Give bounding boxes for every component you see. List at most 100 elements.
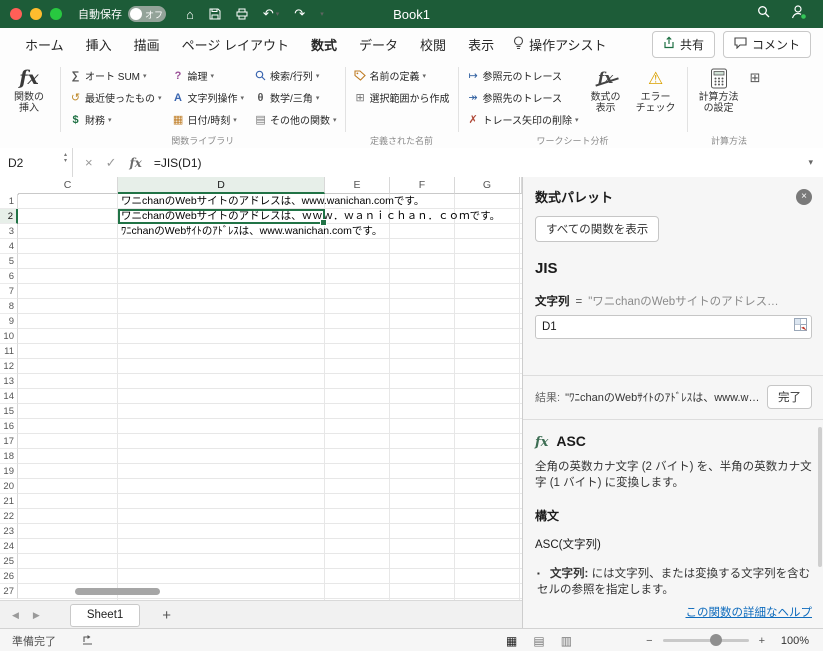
calculate-sheet-button[interactable]: ⊞ bbox=[744, 62, 765, 86]
row-header-25[interactable]: 25 bbox=[0, 554, 18, 569]
zoom-slider-knob[interactable] bbox=[709, 634, 722, 646]
formula-bar-expand-icon[interactable]: ▾ bbox=[808, 157, 823, 168]
tab-view[interactable]: 表示 bbox=[457, 30, 505, 59]
row-header-5[interactable]: 5 bbox=[0, 254, 18, 269]
row-header-3[interactable]: 3 bbox=[0, 224, 18, 239]
row-header-7[interactable]: 7 bbox=[0, 284, 18, 299]
customize-toolbar-chevron-icon[interactable]: ▾ bbox=[320, 10, 324, 18]
row-header-14[interactable]: 14 bbox=[0, 389, 18, 404]
row-header-22[interactable]: 22 bbox=[0, 509, 18, 524]
row-header-20[interactable]: 20 bbox=[0, 479, 18, 494]
row-header-11[interactable]: 11 bbox=[0, 344, 18, 359]
row-header-17[interactable]: 17 bbox=[0, 434, 18, 449]
done-button[interactable]: 完了 bbox=[767, 385, 812, 409]
formula-input[interactable]: =JIS(D1) bbox=[154, 156, 202, 170]
financial-button[interactable]: $ 財務 ▾ bbox=[67, 110, 164, 129]
range-picker-icon[interactable] bbox=[794, 318, 807, 336]
autosum-button[interactable]: ∑ オート SUM ▾ bbox=[67, 66, 164, 85]
date-time-button[interactable]: ▦ 日付/時刻 ▾ bbox=[170, 110, 247, 129]
page-break-view-icon[interactable]: ▥ bbox=[561, 634, 572, 648]
tab-data[interactable]: データ bbox=[348, 30, 409, 59]
zoom-in-icon[interactable]: + bbox=[759, 635, 765, 647]
calculation-options-button[interactable]: 計算方法 の設定 bbox=[694, 62, 744, 114]
row-header-18[interactable]: 18 bbox=[0, 449, 18, 464]
print-icon[interactable] bbox=[236, 8, 248, 20]
minimize-window-button[interactable] bbox=[30, 8, 42, 20]
cells-area[interactable]: ワニchanのWebサイトのアドレスは、www.wanichan.comです。ワ… bbox=[18, 194, 522, 600]
row-header-26[interactable]: 26 bbox=[0, 569, 18, 584]
remove-arrows-button[interactable]: ✗ トレース矢印の削除 ▾ bbox=[465, 110, 581, 129]
undo-button[interactable]: ↶ ▾ bbox=[263, 6, 279, 22]
row-header-19[interactable]: 19 bbox=[0, 464, 18, 479]
search-icon[interactable] bbox=[757, 5, 770, 23]
close-panel-icon[interactable]: × bbox=[796, 188, 812, 205]
enter-icon[interactable]: ✓ bbox=[106, 155, 117, 171]
function-help-link[interactable]: この関数の詳細なヘルプ bbox=[686, 604, 813, 620]
tab-page-layout[interactable]: ページ レイアウト bbox=[171, 30, 300, 59]
home-icon[interactable]: ⌂ bbox=[186, 7, 194, 22]
add-sheet-button[interactable]: + bbox=[162, 607, 171, 624]
show-all-functions-button[interactable]: すべての関数を表示 bbox=[535, 216, 660, 242]
horizontal-scrollbar[interactable] bbox=[75, 588, 160, 595]
row-header-23[interactable]: 23 bbox=[0, 524, 18, 539]
row-header-9[interactable]: 9 bbox=[0, 314, 18, 329]
column-header-E[interactable]: E bbox=[325, 177, 390, 194]
column-header-F[interactable]: F bbox=[390, 177, 455, 194]
row-header-4[interactable]: 4 bbox=[0, 239, 18, 254]
argument-input[interactable] bbox=[538, 320, 794, 334]
row-header-12[interactable]: 12 bbox=[0, 359, 18, 374]
create-from-selection-button[interactable]: ⊞ 選択範囲から作成 bbox=[352, 88, 452, 107]
trace-precedents-button[interactable]: ↦ 参照元のトレース bbox=[465, 66, 581, 85]
show-formulas-button[interactable]: fx 数式の 表示 bbox=[581, 62, 631, 115]
more-functions-button[interactable]: ▤ その他の関数 ▾ bbox=[252, 110, 339, 129]
tab-home[interactable]: ホーム bbox=[14, 30, 75, 59]
row-header-27[interactable]: 27 bbox=[0, 584, 18, 599]
column-header-D[interactable]: D bbox=[118, 177, 325, 194]
row-header-24[interactable]: 24 bbox=[0, 539, 18, 554]
tab-assist[interactable]: 操作アシスト bbox=[513, 35, 607, 54]
next-sheet-icon[interactable]: ▶ bbox=[33, 610, 40, 621]
row-header-13[interactable]: 13 bbox=[0, 374, 18, 389]
define-name-button[interactable]: 名前の定義 ▾ bbox=[352, 66, 452, 85]
close-window-button[interactable] bbox=[10, 8, 22, 20]
name-box[interactable]: D2 ▴ ▾ bbox=[0, 148, 73, 177]
row-header-10[interactable]: 10 bbox=[0, 329, 18, 344]
tab-draw[interactable]: 描画 bbox=[123, 30, 171, 59]
lookup-reference-button[interactable]: 検索/行列 ▾ bbox=[252, 66, 339, 85]
trace-dependents-button[interactable]: ↠ 参照先のトレース bbox=[465, 88, 581, 107]
row-header-21[interactable]: 21 bbox=[0, 494, 18, 509]
logical-button[interactable]: ? 論理 ▾ bbox=[170, 66, 247, 85]
row-header-8[interactable]: 8 bbox=[0, 299, 18, 314]
save-icon[interactable] bbox=[209, 8, 221, 20]
math-trig-button[interactable]: θ 数学/三角 ▾ bbox=[252, 88, 339, 107]
tab-insert[interactable]: 挿入 bbox=[75, 30, 123, 59]
redo-icon[interactable]: ↷ bbox=[294, 6, 305, 22]
insert-function-icon[interactable]: fx bbox=[130, 155, 142, 170]
comments-button[interactable]: コメント bbox=[722, 30, 811, 58]
account-avatar[interactable] bbox=[790, 4, 807, 25]
zoom-window-button[interactable] bbox=[50, 8, 62, 20]
cell-D2[interactable]: ワニchanのWebサイトのアドレスは、ｗｗｗ．ｗａｎｉｃｈａｎ．ｃｏｍです。 bbox=[121, 209, 500, 224]
sheet-tab-sheet1[interactable]: Sheet1 bbox=[69, 603, 141, 627]
row-header-1[interactable]: 1 bbox=[0, 194, 18, 209]
column-header-C[interactable]: C bbox=[18, 177, 118, 194]
normal-view-icon[interactable]: ▦ bbox=[506, 634, 517, 648]
recently-used-button[interactable]: ↺ 最近使ったもの ▾ bbox=[67, 88, 164, 107]
cancel-icon[interactable]: × bbox=[85, 155, 93, 170]
previous-sheet-icon[interactable]: ◀ bbox=[12, 610, 19, 621]
tab-review[interactable]: 校閲 bbox=[409, 30, 457, 59]
share-button[interactable]: 共有 bbox=[651, 30, 715, 58]
cell-D3[interactable]: ﾜﾆchanのWebｻｲﾄのｱﾄﾞﾚｽは、www.wanichan.comです。 bbox=[121, 224, 382, 239]
row-header-15[interactable]: 15 bbox=[0, 404, 18, 419]
fill-handle[interactable] bbox=[320, 219, 327, 226]
row-header-16[interactable]: 16 bbox=[0, 419, 18, 434]
select-all-corner[interactable] bbox=[0, 177, 19, 195]
panel-scrollbar[interactable] bbox=[818, 427, 822, 567]
zoom-out-icon[interactable]: − bbox=[646, 635, 652, 647]
page-layout-view-icon[interactable]: ▤ bbox=[533, 634, 544, 648]
error-checking-button[interactable]: ⚠ エラー チェック bbox=[631, 62, 681, 114]
zoom-slider[interactable] bbox=[662, 634, 749, 646]
tab-formulas[interactable]: 数式 bbox=[300, 30, 348, 59]
text-button[interactable]: A 文字列操作 ▾ bbox=[170, 88, 247, 107]
row-header-2[interactable]: 2 bbox=[0, 209, 18, 224]
